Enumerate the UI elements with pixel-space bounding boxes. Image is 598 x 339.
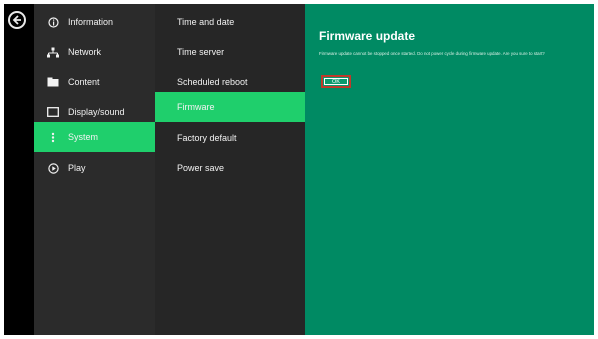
submenu-item-label: Firmware xyxy=(177,102,215,112)
back-button[interactable] xyxy=(8,11,26,29)
submenu-item-factory-default[interactable]: Factory default xyxy=(155,123,305,153)
sidebar-item-system[interactable]: System xyxy=(34,122,155,152)
submenu-item-firmware[interactable]: Firmware xyxy=(155,92,305,122)
sidebar-menu: Information Network Content Display/soun… xyxy=(34,4,155,335)
submenu-item-time-server[interactable]: Time server xyxy=(155,37,305,67)
submenu-item-time-and-date[interactable]: Time and date xyxy=(155,7,305,37)
sidebar-item-label: Display/sound xyxy=(68,107,125,117)
submenu-item-label: Time and date xyxy=(177,17,235,27)
sidebar-item-label: System xyxy=(68,132,99,142)
ok-button[interactable]: OK xyxy=(321,75,351,88)
submenu-item-label: Scheduled reboot xyxy=(177,77,248,87)
submenu-item-label: Time server xyxy=(177,47,225,57)
display-icon xyxy=(46,106,60,118)
warning-message: Firmware update cannot be stopped once s… xyxy=(319,51,545,56)
panel-title: Firmware update xyxy=(319,29,416,43)
submenu-item-power-save[interactable]: Power save xyxy=(155,153,305,183)
network-icon xyxy=(46,46,60,58)
ok-button-label: OK xyxy=(324,78,348,85)
submenu-item-label: Factory default xyxy=(177,133,237,143)
submenu: Time and date Time server Scheduled rebo… xyxy=(155,4,305,335)
back-arrow-icon xyxy=(12,15,21,25)
play-icon xyxy=(46,162,60,174)
sidebar-item-network[interactable]: Network xyxy=(34,37,155,67)
system-icon xyxy=(46,131,60,143)
sidebar-item-label: Information xyxy=(68,17,114,27)
sidebar-item-content[interactable]: Content xyxy=(34,67,155,97)
sidebar-item-label: Network xyxy=(68,47,102,57)
left-rail xyxy=(4,4,34,335)
submenu-item-label: Power save xyxy=(177,163,225,173)
sidebar-item-information[interactable]: Information xyxy=(34,7,155,37)
sidebar-item-label: Content xyxy=(68,77,100,87)
firmware-update-panel: Firmware update Firmware update cannot b… xyxy=(305,4,594,335)
info-icon xyxy=(46,16,60,28)
sidebar-item-label: Play xyxy=(68,163,86,173)
sidebar-item-play[interactable]: Play xyxy=(34,153,155,183)
content-icon xyxy=(46,76,60,88)
settings-screen: Information Network Content Display/soun… xyxy=(4,4,594,335)
